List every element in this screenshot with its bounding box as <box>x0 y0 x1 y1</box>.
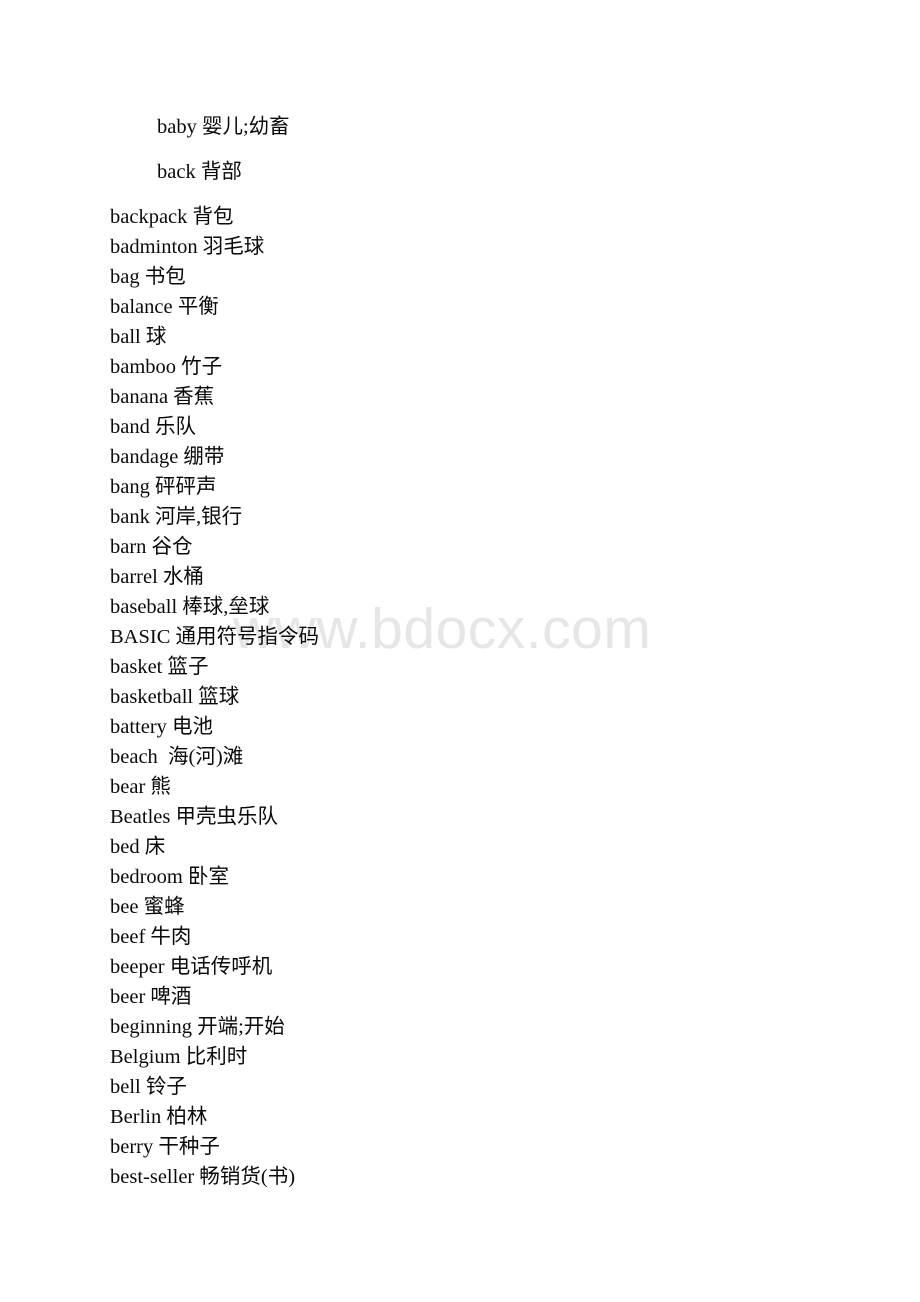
vocabulary-entry: bang 砰砰声 <box>110 476 217 498</box>
vocabulary-entry: Berlin 柏林 <box>110 1106 208 1128</box>
vocabulary-entry: back 背部 <box>157 161 242 183</box>
vocabulary-entry: beef 牛肉 <box>110 926 192 948</box>
vocabulary-entry: basket 篮子 <box>110 656 209 678</box>
vocabulary-entry: beach 海(河)滩 <box>110 746 244 768</box>
vocabulary-entry: BASIC 通用符号指令码 <box>110 626 320 648</box>
vocabulary-entry: Beatles 甲壳虫乐队 <box>110 806 278 828</box>
vocabulary-entry: best-seller 畅销货(书) <box>110 1166 296 1188</box>
vocabulary-entry: balance 平衡 <box>110 296 219 318</box>
vocabulary-entry: badminton 羽毛球 <box>110 236 265 258</box>
vocabulary-entry: bedroom 卧室 <box>110 866 229 888</box>
vocabulary-entry: bank 河岸,银行 <box>110 506 243 528</box>
vocabulary-entry: barrel 水桶 <box>110 566 204 588</box>
vocabulary-entry: bear 熊 <box>110 776 171 798</box>
vocabulary-entry: banana 香蕉 <box>110 386 215 408</box>
vocabulary-entry: basketball 篮球 <box>110 686 240 708</box>
vocabulary-entry: bell 铃子 <box>110 1076 187 1098</box>
vocabulary-entry: bed 床 <box>110 836 166 858</box>
vocabulary-list: baby 婴儿;幼畜 back 背部 backpack 背包 badminton 羽毛… <box>0 0 920 1192</box>
vocabulary-entry: band 乐队 <box>110 416 196 438</box>
vocabulary-entry: barn 谷仓 <box>110 536 193 558</box>
vocabulary-entry: beginning 开端;开始 <box>110 1016 285 1038</box>
vocabulary-entry: beeper 电话传呼机 <box>110 956 273 978</box>
vocabulary-entry: bag 书包 <box>110 266 186 288</box>
vocabulary-entry: bamboo 竹子 <box>110 356 223 378</box>
vocabulary-entry: Belgium 比利时 <box>110 1046 248 1068</box>
vocabulary-entry: ball 球 <box>110 326 167 348</box>
vocabulary-entry: baseball 棒球,垒球 <box>110 596 270 618</box>
vocabulary-entry: bee 蜜蜂 <box>110 896 185 918</box>
vocabulary-entry: bandage 绷带 <box>110 446 225 468</box>
vocabulary-entry: backpack 背包 <box>110 206 234 228</box>
vocabulary-entry: battery 电池 <box>110 716 214 738</box>
vocabulary-entry: baby 婴儿;幼畜 <box>157 116 290 138</box>
vocabulary-entry: berry 干种子 <box>110 1136 220 1158</box>
vocabulary-entry: beer 啤酒 <box>110 986 192 1008</box>
